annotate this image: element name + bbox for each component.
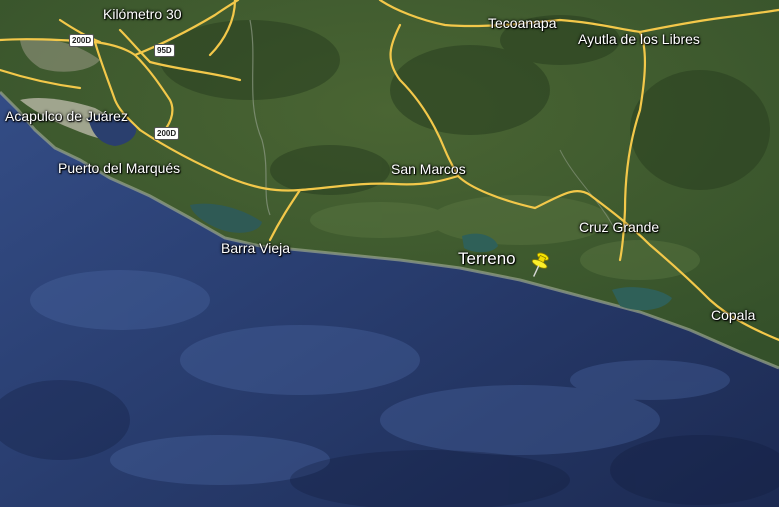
- label-copala[interactable]: Copala: [711, 307, 755, 323]
- label-acapulco-de-juarez[interactable]: Acapulco de Juárez: [5, 108, 128, 124]
- highway-shield-200d: 200D: [69, 34, 95, 47]
- highway-shield-200d-south: 200D: [154, 127, 180, 140]
- label-kilometro-30[interactable]: Kilómetro 30: [103, 6, 182, 22]
- map-imagery: [0, 0, 779, 507]
- label-cruz-grande[interactable]: Cruz Grande: [579, 219, 659, 235]
- label-barra-vieja[interactable]: Barra Vieja: [221, 240, 290, 256]
- yellow-pushpin-icon[interactable]: [529, 251, 551, 281]
- label-puerto-del-marques[interactable]: Puerto del Marqués: [58, 160, 180, 176]
- label-tecoanapa[interactable]: Tecoanapa: [488, 15, 557, 31]
- label-ayutla-de-los-libres[interactable]: Ayutla de los Libres: [578, 31, 700, 47]
- label-san-marcos[interactable]: San Marcos: [391, 161, 466, 177]
- satellite-map[interactable]: 200D 95D 200D Kilómetro 30 Tecoanapa Ayu…: [0, 0, 779, 507]
- label-terreno[interactable]: Terreno: [458, 249, 516, 268]
- highway-shield-95d: 95D: [154, 44, 175, 57]
